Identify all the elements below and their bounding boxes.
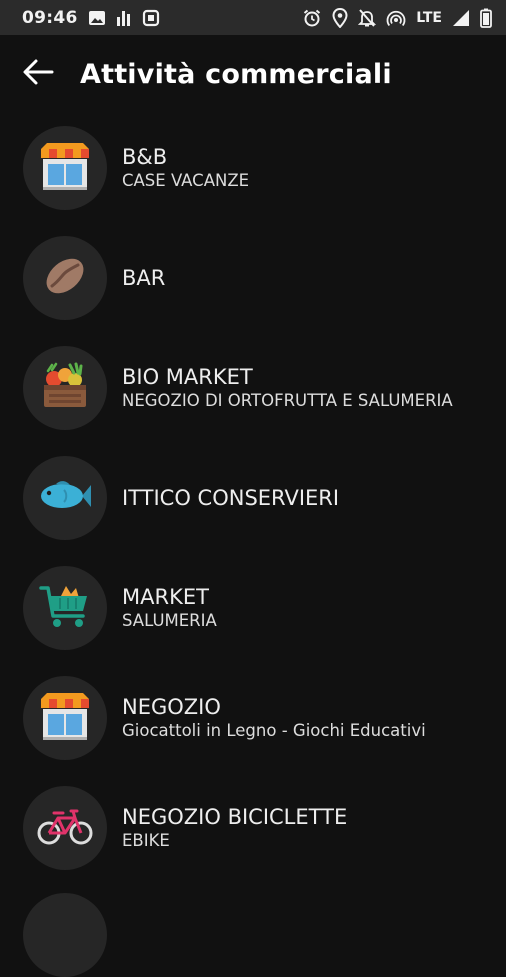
shop-icon [38, 141, 92, 195]
item-title: BIO MARKET [122, 365, 253, 389]
hotspot-icon [386, 8, 406, 28]
avatar [23, 346, 107, 430]
list-item[interactable]: ITTICO CONSERVIERI [0, 443, 506, 553]
avatar [23, 126, 107, 210]
notifications-off-icon [358, 8, 377, 28]
item-title: MARKET [122, 585, 209, 609]
bicycle-icon [37, 806, 93, 850]
item-subtitle: NEGOZIO DI ORTOFRUTTA E SALUMERIA [122, 391, 453, 410]
shopping-cart-icon [39, 582, 91, 634]
item-subtitle: Giocattoli in Legno - Giochi Educativi [122, 721, 426, 740]
item-title: ITTICO CONSERVIERI [122, 486, 340, 510]
list-item[interactable]: BIO MARKET NEGOZIO DI ORTOFRUTTA E SALUM… [0, 333, 506, 443]
item-title: NEGOZIO BICICLETTE [122, 805, 348, 829]
page-title: Attività commerciali [80, 58, 392, 90]
item-subtitle: CASE VACANZE [122, 171, 250, 190]
item-texts: ITTICO CONSERVIERI [122, 485, 472, 511]
alarm-icon [302, 8, 322, 28]
battery-icon [480, 8, 492, 28]
shop-icon [38, 691, 92, 745]
status-bar-left: 09:46 [22, 8, 160, 28]
item-subtitle: EBIKE [122, 831, 170, 850]
square-icon [142, 9, 160, 27]
item-texts: B&B CASE VACANZE [122, 144, 472, 192]
avatar [23, 676, 107, 760]
item-title: B&B [122, 145, 168, 169]
list-item[interactable]: NEGOZIO Giocattoli in Legno - Giochi Edu… [0, 663, 506, 773]
item-texts: MARKET SALUMERIA [122, 584, 472, 632]
cellular-signal-icon [452, 9, 470, 27]
avatar [23, 456, 107, 540]
produce-crate-icon [40, 361, 90, 415]
list-item[interactable]: BAR [0, 223, 506, 333]
network-type-label: LTE [416, 9, 442, 26]
item-texts: NEGOZIO BICICLETTE EBIKE [122, 804, 472, 852]
item-title: BAR [122, 266, 166, 290]
status-time: 09:46 [22, 7, 78, 28]
fish-icon [38, 479, 92, 517]
arrow-left-icon [22, 58, 54, 90]
image-icon [88, 9, 106, 27]
item-texts: NEGOZIO Giocattoli in Legno - Giochi Edu… [122, 694, 472, 742]
item-title: NEGOZIO [122, 695, 221, 719]
avatar [23, 566, 107, 650]
back-button[interactable] [8, 44, 68, 104]
business-list: B&B CASE VACANZE BAR BIO MARKET NEGOZIO … [0, 113, 506, 883]
app-bar: Attività commerciali [0, 35, 506, 113]
item-subtitle: SALUMERIA [122, 611, 217, 630]
status-bar: 09:46 LTE [0, 0, 506, 35]
signal-bars-icon [116, 9, 132, 27]
item-texts: BAR [122, 265, 472, 291]
avatar [23, 236, 107, 320]
avatar [23, 893, 107, 977]
list-item[interactable]: NEGOZIO BICICLETTE EBIKE [0, 773, 506, 883]
location-icon [332, 7, 348, 28]
list-item[interactable]: MARKET SALUMERIA [0, 553, 506, 663]
avatar [23, 786, 107, 870]
coffee-bean-icon [42, 253, 88, 303]
list-item[interactable]: B&B CASE VACANZE [0, 113, 506, 223]
status-bar-right: LTE [302, 7, 492, 28]
item-texts: BIO MARKET NEGOZIO DI ORTOFRUTTA E SALUM… [122, 364, 472, 412]
